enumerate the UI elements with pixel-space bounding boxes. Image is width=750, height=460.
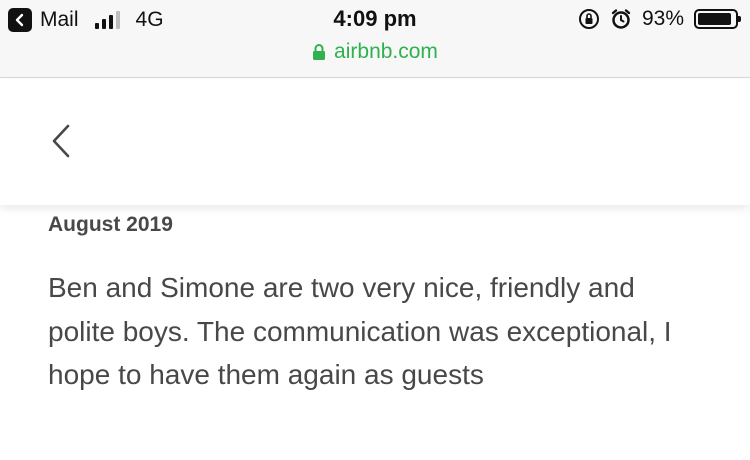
status-bar: Mail 4G 4:09 pm airbnb.com 93%: [0, 0, 750, 78]
battery-fill: [698, 13, 732, 25]
page-header: [0, 79, 750, 205]
review-date: August 2019: [48, 213, 173, 236]
status-right: 93%: [578, 7, 741, 31]
lock-icon: [313, 44, 326, 60]
battery-percent: 93%: [641, 7, 684, 30]
chevron-left-icon[interactable]: [46, 121, 76, 161]
alarm-icon: [611, 9, 631, 29]
review-text: Ben and Simone are two very nice, friend…: [48, 272, 672, 390]
address-bar[interactable]: airbnb.com: [0, 40, 750, 64]
orientation-lock-icon: [578, 9, 599, 29]
review-content: August 2019 Ben and Simone are two very …: [48, 213, 728, 397]
battery-icon: [694, 9, 741, 29]
url-text[interactable]: airbnb.com: [334, 40, 438, 64]
